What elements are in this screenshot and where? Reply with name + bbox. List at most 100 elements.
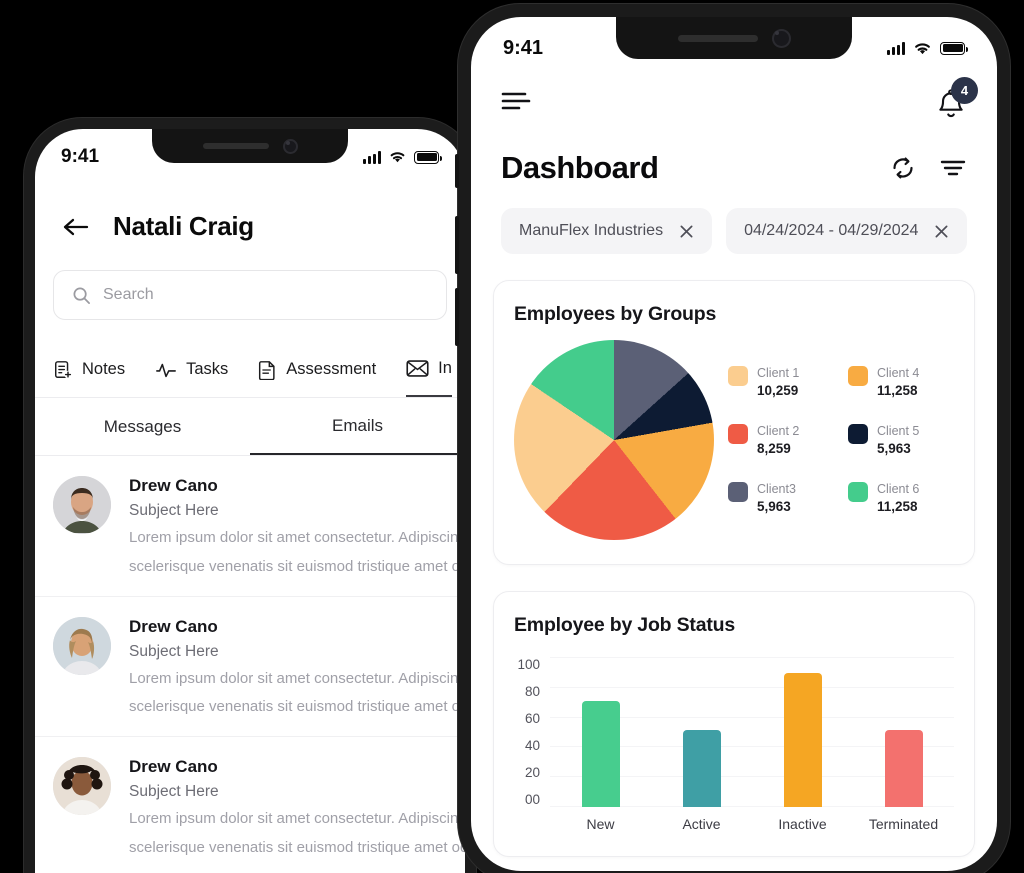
message-preview-line1: Lorem ipsum dolor sit amet consectetur. … bbox=[129, 529, 465, 546]
legend-item[interactable]: Client 4 11,258 bbox=[848, 364, 954, 400]
tab-label: In bbox=[438, 359, 452, 377]
tab-notes[interactable]: Notes bbox=[53, 342, 125, 397]
secondary-tabs: Messages Emails bbox=[35, 398, 465, 456]
legend-swatch bbox=[848, 424, 868, 444]
page-title: Dashboard bbox=[501, 150, 659, 185]
card-employee-by-job-status: Employee by Job Status 100 80 60 40 20 00 New… bbox=[493, 591, 975, 857]
subtab-label: Emails bbox=[331, 415, 383, 435]
status-time: 9:41 bbox=[61, 146, 100, 167]
chip-label: ManuFlex Industries bbox=[519, 222, 664, 239]
status-indicators bbox=[363, 150, 442, 164]
tab-inbox[interactable]: In bbox=[406, 342, 452, 397]
tab-label: Tasks bbox=[186, 360, 229, 378]
dashboard-top-bar: 4 bbox=[471, 77, 997, 128]
sender-name: Drew Cano bbox=[129, 616, 218, 636]
left-header: Natali Craig bbox=[35, 185, 465, 248]
bars-container bbox=[550, 657, 954, 807]
wifi-icon bbox=[388, 150, 407, 164]
list-item[interactable]: Drew Cano Subject Here Lorem ipsum dolor… bbox=[35, 456, 465, 597]
message-body: Drew Cano Subject Here Lorem ipsum dolor… bbox=[129, 616, 465, 719]
right-phone-screen: 9:41 4 Dashboard ManuFlex Industries 04/… bbox=[471, 17, 997, 871]
y-tick-label: 20 bbox=[524, 765, 540, 780]
message-subject: Subject Here bbox=[129, 783, 219, 800]
hamburger-menu-icon[interactable] bbox=[501, 89, 531, 111]
notification-button[interactable]: 4 bbox=[935, 77, 978, 128]
pie-chart-area: Client 1 10,259 Client 4 11,258 Client 2… bbox=[514, 340, 954, 540]
left-phone-screen: 9:41 Natali Craig Search Notes Tasks Ass… bbox=[35, 129, 465, 873]
front-camera-icon bbox=[282, 138, 298, 154]
legend-label: Client3 bbox=[757, 482, 796, 496]
cellular-signal-icon bbox=[363, 150, 381, 164]
search-input[interactable]: Search bbox=[53, 270, 447, 320]
legend-value: 5,963 bbox=[757, 499, 791, 514]
message-preview-line2: scelerisque venenatis sit euismod tristi… bbox=[129, 698, 465, 716]
search-icon bbox=[72, 286, 91, 305]
subtab-label: Messages bbox=[103, 416, 182, 436]
filter-icon[interactable] bbox=[939, 157, 967, 179]
legend-label: Client 2 bbox=[757, 424, 800, 438]
close-icon[interactable] bbox=[679, 224, 694, 239]
y-axis-labels: 100 80 60 40 20 00 bbox=[514, 657, 550, 807]
legend-value: 10,259 bbox=[757, 383, 799, 398]
tab-assessment[interactable]: Assessment bbox=[258, 342, 376, 397]
tab-label: Assessment bbox=[286, 360, 377, 378]
x-tick-label: Active bbox=[682, 816, 721, 832]
legend-value: 8,259 bbox=[757, 441, 791, 456]
envelope-icon bbox=[406, 359, 429, 378]
tab-tasks[interactable]: Tasks bbox=[155, 342, 228, 397]
bar[interactable] bbox=[682, 729, 721, 807]
document-icon bbox=[258, 360, 277, 380]
primary-tabs: Notes Tasks Assessment In bbox=[35, 342, 465, 398]
legend-label: Client 6 bbox=[877, 482, 920, 496]
volume-up-button[interactable] bbox=[455, 216, 459, 274]
y-tick-label: 80 bbox=[524, 684, 540, 699]
legend-item[interactable]: Client 2 8,259 bbox=[728, 422, 834, 458]
x-tick-label: Terminated bbox=[868, 816, 939, 832]
battery-icon bbox=[940, 41, 968, 55]
chip-date-range-filter[interactable]: 04/24/2024 - 04/29/2024 bbox=[726, 208, 968, 254]
earpiece-speaker bbox=[202, 143, 269, 149]
status-indicators bbox=[887, 41, 968, 56]
wifi-icon bbox=[912, 41, 933, 56]
legend-swatch bbox=[848, 366, 868, 386]
avatar bbox=[53, 476, 111, 534]
legend-value: 11,258 bbox=[877, 499, 918, 514]
refresh-icon[interactable] bbox=[889, 154, 917, 182]
volume-down-button[interactable] bbox=[455, 288, 459, 346]
x-axis-labels: New Active Inactive Terminated bbox=[550, 816, 954, 832]
list-item[interactable]: Drew Cano Subject Here Lorem ipsum dolor… bbox=[35, 737, 465, 873]
legend-value: 5,963 bbox=[877, 441, 911, 456]
pie-chart[interactable] bbox=[514, 340, 714, 540]
subtab-emails[interactable]: Emails bbox=[250, 398, 465, 455]
search-placeholder: Search bbox=[103, 286, 154, 303]
card-title: Employees by Groups bbox=[514, 303, 717, 325]
message-preview-line2: scelerisque venenatis sit euismod tristi… bbox=[129, 838, 465, 856]
subtab-messages[interactable]: Messages bbox=[35, 398, 250, 455]
bar[interactable] bbox=[884, 729, 923, 807]
front-camera-icon bbox=[771, 28, 791, 48]
legend-item[interactable]: Client 6 11,258 bbox=[848, 480, 954, 516]
card-title: Employee by Job Status bbox=[514, 614, 735, 636]
x-tick-label: New bbox=[586, 816, 615, 832]
legend-item[interactable]: Client3 5,963 bbox=[728, 480, 834, 516]
legend-item[interactable]: Client 5 5,963 bbox=[848, 422, 954, 458]
legend-swatch bbox=[728, 366, 748, 386]
bar-chart[interactable]: 100 80 60 40 20 00 bbox=[514, 657, 954, 807]
legend-item[interactable]: Client 1 10,259 bbox=[728, 364, 834, 400]
message-preview-line1: Lorem ipsum dolor sit amet consectetur. … bbox=[129, 669, 465, 687]
close-icon[interactable] bbox=[934, 224, 949, 239]
bar[interactable] bbox=[783, 673, 822, 807]
bar[interactable] bbox=[581, 700, 620, 807]
legend-swatch bbox=[848, 482, 868, 502]
list-item[interactable]: Drew Cano Subject Here Lorem ipsum dolor… bbox=[35, 597, 465, 737]
message-preview-line1: Lorem ipsum dolor sit amet consectetur. … bbox=[129, 810, 465, 827]
x-tick-label: Inactive bbox=[778, 816, 827, 832]
title-actions bbox=[889, 154, 967, 182]
filter-chips: ManuFlex Industries 04/24/2024 - 04/29/2… bbox=[471, 186, 997, 254]
legend-swatch bbox=[728, 482, 748, 502]
message-body: Drew Cano Subject Here Lorem ipsum dolor… bbox=[129, 757, 465, 859]
back-arrow-icon[interactable] bbox=[61, 215, 91, 239]
screenshot-stage: 9:41 Natali Craig Search Notes Tasks Ass… bbox=[0, 0, 1024, 873]
chip-company-filter[interactable]: ManuFlex Industries bbox=[501, 208, 713, 254]
left-phone-device: 9:41 Natali Craig Search Notes Tasks Ass… bbox=[24, 118, 476, 873]
